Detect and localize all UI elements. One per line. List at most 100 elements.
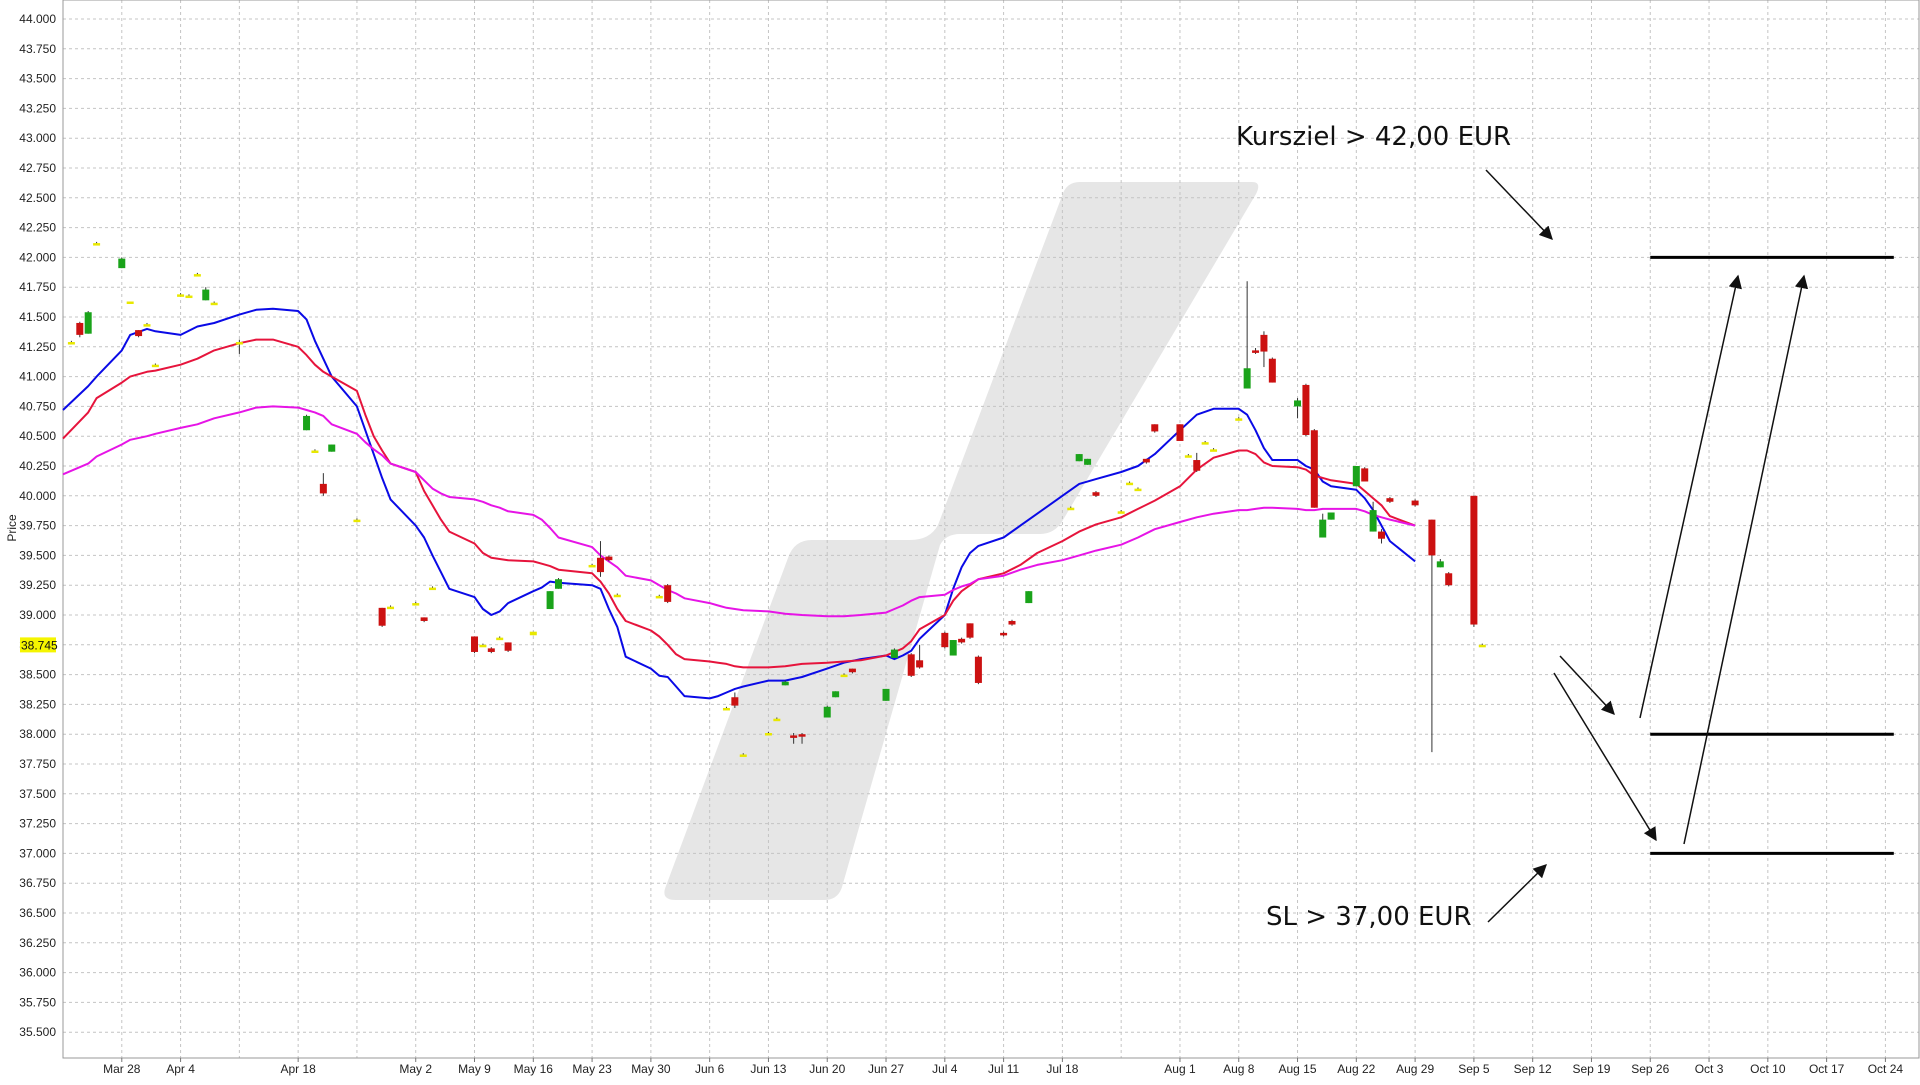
x-tick-label: Mar 28 [103, 1062, 141, 1076]
candle-body [613, 594, 621, 598]
y-axis-tick-labels: 35.500 35.750 36.000 36.250 36.500 36.750 37.0… [19, 12, 56, 1039]
candle-body [412, 603, 420, 606]
x-tick-label: Oct 3 [1695, 1062, 1724, 1076]
candle-body [605, 556, 613, 561]
candle-body [84, 312, 92, 334]
x-tick-label: Sep 26 [1631, 1062, 1669, 1076]
candle-body [1151, 424, 1159, 432]
candle [1470, 495, 1478, 627]
candle-body [1302, 384, 1310, 436]
candle-body [67, 342, 75, 345]
x-tick-label: Apr 18 [280, 1062, 316, 1076]
candle-body [974, 656, 982, 683]
candle [949, 640, 957, 656]
candle-body [764, 733, 772, 736]
y-tick-label: 42.000 [19, 250, 56, 264]
y-tick-label: 43.750 [19, 42, 56, 56]
y-tick-label: 42.500 [19, 191, 56, 205]
candle-body [1436, 561, 1444, 568]
candle-body [429, 587, 437, 591]
candle-body [890, 649, 898, 658]
candle-body [790, 735, 798, 738]
candle-body [177, 294, 185, 297]
candle-body [588, 564, 596, 568]
candle-body [798, 734, 806, 737]
x-tick-label: Aug 1 [1164, 1062, 1196, 1076]
y-tick-label: 42.250 [19, 221, 56, 235]
candle [378, 607, 386, 627]
candle-body [546, 591, 554, 610]
candle-body [596, 557, 604, 573]
candle-body [1210, 449, 1218, 452]
x-tick-label: May 16 [514, 1062, 554, 1076]
candle [529, 631, 537, 636]
y-tick-label: 41.250 [19, 340, 56, 354]
candle-body [118, 258, 126, 269]
candle-body [1243, 368, 1251, 389]
candle-body [1310, 430, 1318, 508]
candle-body [151, 364, 159, 368]
x-tick-label: Jun 13 [750, 1062, 786, 1076]
x-tick-label: May 23 [572, 1062, 612, 1076]
candle [1151, 424, 1159, 433]
candle-body [1008, 620, 1016, 625]
y-tick-label: 40.750 [19, 399, 56, 413]
y-tick-label: 37.000 [19, 846, 56, 860]
candle [1075, 454, 1083, 462]
candle-body [1025, 591, 1033, 604]
stop-loss-annotation: SL > 37,00 EUR [1266, 902, 1472, 932]
candle-body [966, 623, 974, 638]
x-tick-label: Sep 12 [1514, 1062, 1552, 1076]
candle [1268, 357, 1276, 383]
candle-body [832, 691, 840, 698]
y-tick-label: 40.250 [19, 459, 56, 473]
candle [554, 578, 562, 589]
x-tick-label: Jun 27 [868, 1062, 904, 1076]
candle [84, 311, 92, 334]
candle-body [1428, 519, 1436, 556]
x-tick-label: May 9 [458, 1062, 491, 1076]
y-tick-label: 36.250 [19, 936, 56, 950]
candle [1310, 429, 1318, 508]
candle-body [1193, 460, 1201, 471]
candle [471, 636, 479, 654]
candle-body [328, 444, 336, 452]
y-tick-label: 42.750 [19, 161, 56, 175]
candle [832, 691, 840, 698]
candle-body [773, 718, 781, 722]
candle-body [496, 637, 504, 641]
candle-body [848, 668, 856, 673]
x-tick-label: Aug 15 [1279, 1062, 1317, 1076]
y-tick-label: 43.500 [19, 72, 56, 86]
candle-body [126, 301, 134, 305]
candle-body [529, 631, 537, 636]
candle-body [1268, 358, 1276, 383]
candle-body [1176, 424, 1184, 441]
chart-background [0, 0, 1920, 1080]
candle-body [1411, 500, 1419, 506]
x-tick-label: May 2 [399, 1062, 432, 1076]
x-tick-label: Jun 20 [809, 1062, 845, 1076]
candle [1352, 466, 1360, 487]
y-tick-label: 41.500 [19, 310, 56, 324]
candle-body [487, 648, 495, 652]
target-annotation: Kursziel > 42,00 EUR [1236, 122, 1511, 152]
candle-body [739, 754, 747, 757]
candle-body [949, 640, 957, 656]
candle [546, 591, 554, 610]
y-tick-label: 38.500 [19, 668, 56, 682]
x-tick-label: Aug 22 [1337, 1062, 1375, 1076]
candle [890, 648, 898, 658]
candle-body [907, 654, 915, 676]
y-tick-label: 36.500 [19, 906, 56, 920]
x-tick-label: Jul 18 [1046, 1062, 1078, 1076]
candle-body [1478, 644, 1486, 648]
candle-body [1067, 507, 1075, 511]
x-tick-label: Jul 4 [932, 1062, 958, 1076]
candle-body [1201, 442, 1209, 445]
candle [328, 444, 336, 452]
chart-root: 35.500 35.750 36.000 36.250 36.500 36.750 37.0… [0, 0, 1920, 1080]
candle [974, 655, 982, 685]
y-tick-label: 40.500 [19, 429, 56, 443]
candle [1327, 512, 1335, 520]
